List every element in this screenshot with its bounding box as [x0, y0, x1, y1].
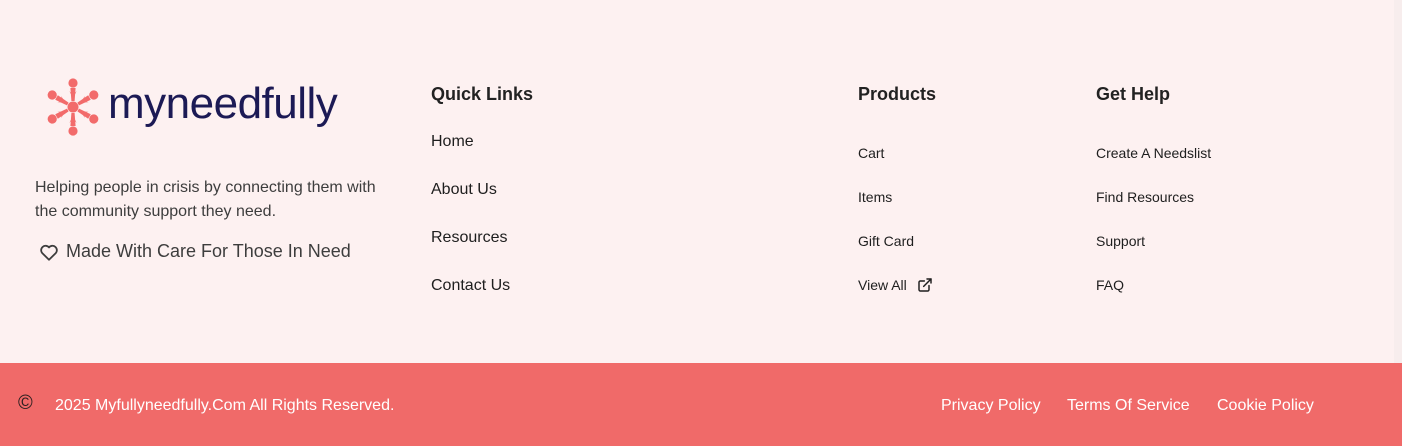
footer-link-contact-us[interactable]: Contact Us [431, 276, 533, 324]
get-help-list: Create A Needslist Find Resources Suppor… [1096, 131, 1211, 307]
footer-link-support[interactable]: Support [1096, 219, 1211, 263]
external-link-icon [918, 278, 932, 292]
footer-link-gift-card-label: Gift Card [858, 233, 915, 249]
footer-tagline: Helping people in crisis by connecting t… [35, 179, 376, 220]
made-with-care-label: Made With Care For Those In Need [66, 241, 351, 261]
quick-links-list: Home About Us Resources Contact Us [431, 132, 533, 324]
brand-wordmark: myneedfully [108, 79, 338, 128]
get-help-section: Get Help Create A Needslist Find Resourc… [1096, 82, 1211, 307]
footer-link-view-all-label: View All [858, 277, 907, 293]
quick-links-heading: Quick Links [431, 84, 534, 104]
footer-link-cart[interactable]: Cart [858, 131, 936, 175]
footer-link-resources[interactable]: Resources [431, 228, 533, 276]
made-with-care: Made With Care For Those In Need [39, 241, 351, 262]
privacy-policy-link[interactable]: Privacy Policy [941, 396, 1041, 416]
footer-link-faq[interactable]: FAQ [1096, 263, 1211, 307]
copyright-icon: © [18, 392, 33, 414]
brand-logo[interactable]: myneedfully [42, 76, 338, 138]
footer-link-about-us[interactable]: About Us [431, 180, 533, 228]
footer-link-home[interactable]: Home [431, 132, 533, 180]
footer-link-cart-label: Cart [858, 145, 885, 161]
footer-link-view-all[interactable]: View All [858, 263, 936, 307]
footer-link-find-resources[interactable]: Find Resources [1096, 175, 1211, 219]
footer-link-items[interactable]: Items [858, 175, 936, 219]
terms-of-service-link[interactable]: Terms Of Service [1067, 396, 1190, 416]
heart-icon [40, 244, 58, 261]
footer-main: myneedfully Helping people in crisis by … [0, 0, 1402, 363]
cookie-policy-link[interactable]: Cookie Policy [1217, 396, 1314, 416]
footer-bottom-bar: © 2025 Myfullyneedfully.Com All Rights R… [0, 363, 1402, 446]
footer-link-create-needslist[interactable]: Create A Needslist [1096, 131, 1211, 175]
footer-link-gift-card[interactable]: Gift Card [858, 219, 936, 263]
products-heading: Products [858, 84, 937, 104]
get-help-heading: Get Help [1096, 84, 1171, 104]
quick-links-section: Quick Links Home About Us Resources Cont… [431, 82, 533, 324]
copyright-text: 2025 Myfullyneedfully.Com All Rights Res… [55, 397, 395, 414]
products-list: Cart Items Gift Card View All [858, 131, 936, 307]
products-section: Products Cart Items Gift Card View All [858, 82, 936, 307]
scrollbar-track[interactable] [1394, 0, 1402, 363]
logo-mark-icon [47, 78, 99, 136]
footer-link-items-label: Items [858, 189, 893, 205]
